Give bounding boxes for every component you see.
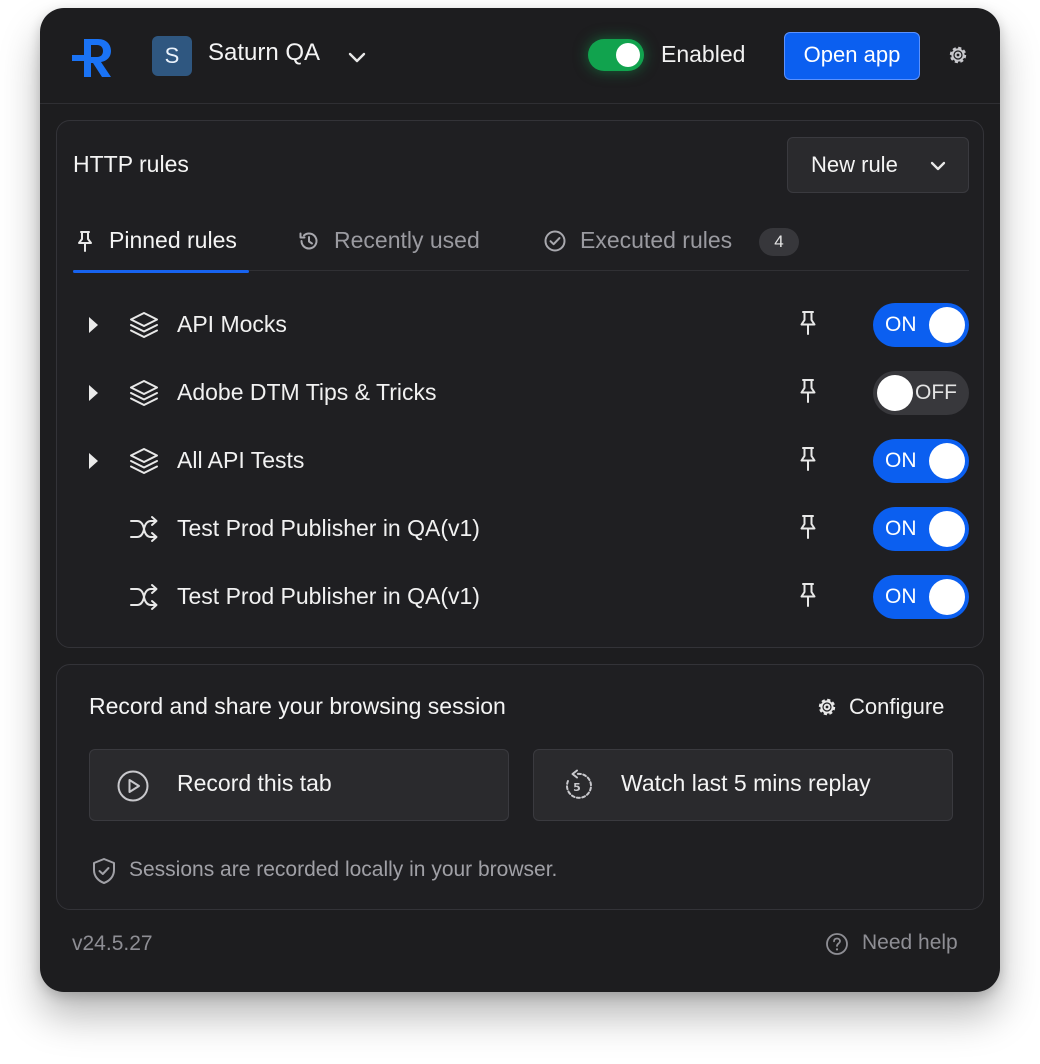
- workspace-name[interactable]: Saturn QA: [208, 39, 320, 67]
- replay-5-icon: 5: [565, 769, 592, 799]
- rule-row[interactable]: All API Tests ON: [73, 433, 969, 489]
- toggle-state-label: OFF: [915, 381, 957, 404]
- toggle-state-label: ON: [885, 449, 917, 472]
- rule-name: API Mocks: [177, 311, 287, 337]
- toggle-knob: [877, 375, 913, 411]
- new-rule-button[interactable]: New rule: [787, 137, 969, 193]
- record-tab-button[interactable]: Record this tab: [89, 749, 509, 821]
- note-text: Sessions are recorded locally in your br…: [129, 858, 558, 881]
- watch-replay-label: Watch last 5 mins replay: [621, 770, 871, 796]
- workspace-avatar[interactable]: S: [152, 36, 192, 76]
- tab-pinned-rules[interactable]: Pinned rules: [73, 211, 249, 273]
- caret-right-icon[interactable]: [85, 314, 101, 336]
- header-bar: S Saturn QA Enabled Open app: [40, 8, 1000, 104]
- shield-check-icon: [93, 858, 115, 884]
- rule-toggle[interactable]: ON: [873, 439, 969, 483]
- rule-toggle[interactable]: ON: [873, 575, 969, 619]
- tab-label: Pinned rules: [109, 227, 237, 253]
- rules-tabs: Pinned rules Recently used Executed rule…: [73, 211, 969, 273]
- extension-popup: S Saturn QA Enabled Open app HTTP rules …: [40, 8, 1000, 992]
- tab-label: Recently used: [334, 227, 480, 253]
- play-circle-icon: [117, 770, 149, 802]
- new-rule-label: New rule: [811, 152, 898, 177]
- toggle-state-label: ON: [885, 517, 917, 540]
- rule-toggle[interactable]: ON: [873, 303, 969, 347]
- open-app-button[interactable]: Open app: [784, 32, 920, 80]
- rule-row[interactable]: Test Prod Publisher in QA(v1) ON: [73, 501, 969, 557]
- toggle-state-label: ON: [885, 313, 917, 336]
- enabled-label: Enabled: [661, 41, 746, 67]
- chevron-down-icon[interactable]: [346, 46, 368, 68]
- pin-icon[interactable]: [797, 377, 819, 405]
- caret-right-icon[interactable]: [85, 450, 101, 472]
- toggle-state-label: ON: [885, 585, 917, 608]
- http-rules-card: HTTP rules New rule Pinned rules Recentl…: [56, 120, 984, 648]
- toggle-knob: [929, 511, 965, 547]
- shuffle-icon: [130, 516, 158, 542]
- layers-icon: [130, 312, 158, 338]
- configure-button[interactable]: Configure: [815, 693, 955, 723]
- http-rules-title: HTTP rules: [73, 151, 189, 177]
- toggle-knob: [929, 579, 965, 615]
- configure-label: Configure: [849, 694, 945, 719]
- tab-recently-used[interactable]: Recently used: [297, 211, 497, 271]
- pin-icon: [78, 231, 92, 252]
- version-label: v24.5.27: [72, 932, 153, 955]
- pin-icon[interactable]: [797, 581, 819, 609]
- gear-icon: [818, 698, 836, 716]
- tab-executed-rules[interactable]: Executed rules 4: [543, 211, 803, 271]
- need-help-label: Need help: [862, 931, 958, 954]
- gear-icon[interactable]: [946, 43, 970, 67]
- rule-name: Test Prod Publisher in QA(v1): [177, 583, 480, 609]
- need-help-link[interactable]: Need help: [825, 930, 975, 960]
- rule-row[interactable]: Test Prod Publisher in QA(v1) ON: [73, 569, 969, 625]
- watch-replay-button[interactable]: 5 Watch last 5 mins replay: [533, 749, 953, 821]
- toggle-knob: [929, 443, 965, 479]
- enabled-toggle[interactable]: [588, 39, 644, 71]
- app-logo-icon: [72, 39, 111, 77]
- rule-name: Adobe DTM Tips & Tricks: [177, 379, 437, 405]
- history-icon: [299, 232, 318, 250]
- chevron-down-icon: [930, 161, 946, 171]
- shuffle-icon: [130, 584, 158, 610]
- check-circle-icon: [544, 230, 566, 252]
- rule-row[interactable]: Adobe DTM Tips & Tricks OFF: [73, 365, 969, 421]
- help-circle-icon: [826, 933, 848, 955]
- layers-icon: [130, 448, 158, 474]
- rule-row[interactable]: API Mocks ON: [73, 297, 969, 353]
- executed-count-badge: 4: [759, 228, 799, 256]
- session-recording-card: Record and share your browsing session C…: [56, 664, 984, 910]
- tab-label: Executed rules: [580, 227, 733, 253]
- layers-icon: [130, 380, 158, 406]
- pin-icon[interactable]: [797, 513, 819, 541]
- pin-icon[interactable]: [797, 309, 819, 337]
- session-title: Record and share your browsing session: [89, 693, 506, 719]
- record-tab-label: Record this tab: [177, 770, 332, 796]
- svg-text:5: 5: [573, 781, 581, 794]
- rule-toggle[interactable]: ON: [873, 507, 969, 551]
- toggle-knob: [929, 307, 965, 343]
- rule-name: All API Tests: [177, 447, 305, 473]
- rule-toggle[interactable]: OFF: [873, 371, 969, 415]
- local-recording-note: Sessions are recorded locally in your br…: [91, 857, 691, 887]
- pin-icon[interactable]: [797, 445, 819, 473]
- active-tab-indicator: [73, 270, 249, 273]
- toggle-knob: [616, 43, 640, 67]
- rule-name: Test Prod Publisher in QA(v1): [177, 515, 480, 541]
- caret-right-icon[interactable]: [85, 382, 101, 404]
